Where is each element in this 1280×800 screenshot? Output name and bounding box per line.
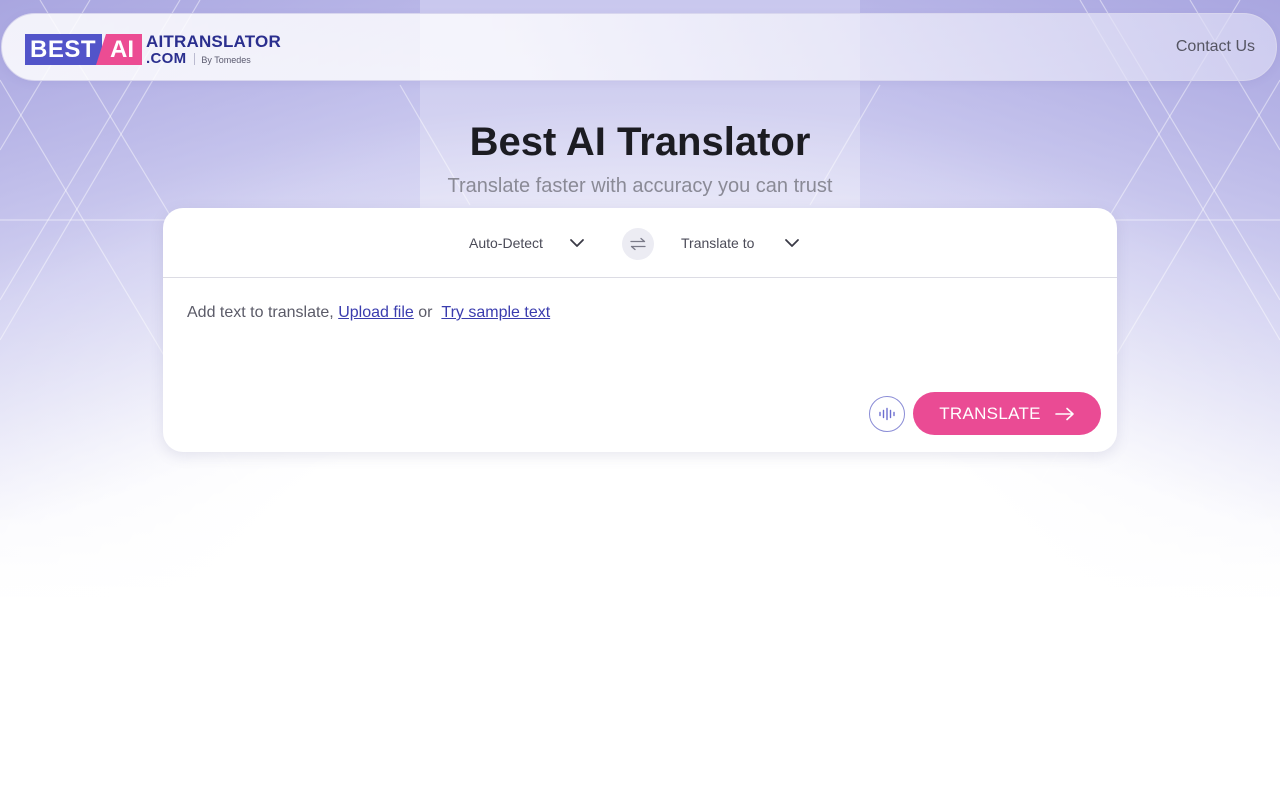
arrow-right-icon bbox=[1054, 407, 1074, 420]
logo-by-line: By Tomedes bbox=[201, 55, 251, 65]
or-text: or bbox=[413, 304, 437, 321]
target-language-label: Translate to bbox=[681, 235, 755, 251]
translator-card: Auto-Detect Translate to Add text to tra… bbox=[163, 208, 1117, 452]
target-language-select[interactable]: Translate to bbox=[681, 230, 800, 256]
logo-line2: .COM By Tomedes bbox=[146, 51, 281, 66]
translate-button-label: TRANSLATE bbox=[939, 403, 1041, 423]
chevron-down-icon bbox=[785, 239, 800, 247]
language-bar: Auto-Detect Translate to bbox=[163, 208, 1117, 278]
try-sample-text-link[interactable]: Try sample text bbox=[441, 304, 550, 321]
source-language-label: Auto-Detect bbox=[469, 235, 543, 251]
microphone-icon bbox=[879, 407, 895, 421]
logo-line1: AITRANSLATOR bbox=[146, 32, 281, 51]
logo-ai: AI bbox=[96, 34, 143, 65]
site-logo[interactable]: BEST AI AITRANSLATOR .COM By Tomedes bbox=[25, 33, 281, 66]
swap-languages-button[interactable] bbox=[622, 228, 654, 260]
chevron-down-icon bbox=[570, 239, 584, 247]
source-text-input[interactable]: Add text to translate, Upload file or Tr… bbox=[187, 304, 550, 322]
page-subtitle: Translate faster with accuracy you can t… bbox=[447, 175, 833, 197]
logo-best: BEST bbox=[25, 34, 103, 65]
page-title: Best AI Translator bbox=[469, 120, 811, 164]
voice-input-button[interactable] bbox=[869, 396, 905, 432]
logo-divider bbox=[194, 52, 196, 65]
input-prompt: Add text to translate, bbox=[187, 304, 339, 321]
logo-com: .COM bbox=[146, 50, 187, 67]
upload-file-link[interactable]: Upload file bbox=[338, 304, 414, 321]
site-header: BEST AI AITRANSLATOR .COM By Tomedes Con… bbox=[1, 13, 1277, 81]
source-language-select[interactable]: Auto-Detect bbox=[469, 230, 585, 256]
logo-wordmark: AITRANSLATOR .COM By Tomedes bbox=[146, 33, 281, 66]
translate-button[interactable]: TRANSLATE bbox=[913, 392, 1101, 435]
contact-us-link[interactable]: Contact Us bbox=[1176, 38, 1255, 56]
swap-icon bbox=[630, 237, 646, 251]
